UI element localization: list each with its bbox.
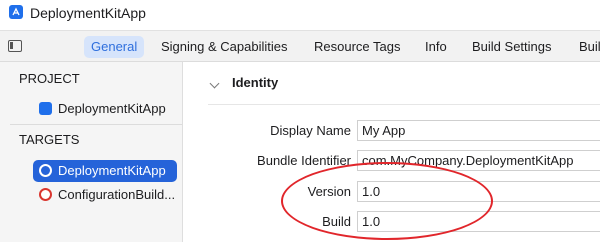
sidebar-item-project[interactable]: DeploymentKitApp	[33, 98, 178, 120]
build-field[interactable]: 1.0	[357, 211, 600, 232]
targets-section-heading: TARGETS	[19, 132, 80, 147]
sidebar-item-label: DeploymentKitApp	[58, 101, 166, 116]
sidebar-item-target-configurationbuild[interactable]: ConfigurationBuild...	[33, 184, 181, 206]
target-icon	[39, 164, 52, 177]
version-field[interactable]: 1.0	[357, 181, 600, 202]
project-navigator-sidebar: PROJECT DeploymentKitApp TARGETS Deploym…	[0, 62, 183, 242]
tab-build-settings[interactable]: Build Settings	[465, 36, 559, 58]
project-section-heading: PROJECT	[19, 71, 80, 86]
sidebar-item-label: DeploymentKitApp	[58, 163, 166, 178]
sidebar-item-label: ConfigurationBuild...	[58, 187, 176, 202]
build-label: Build	[322, 214, 351, 229]
sidebar-divider	[10, 124, 182, 125]
bundle-identifier-field[interactable]: com.MyCompany.DeploymentKitApp	[357, 150, 600, 171]
sidebar-toggle-icon[interactable]	[8, 40, 22, 52]
title-bar: DeploymentKitApp	[0, 0, 600, 30]
xcode-app-icon	[9, 5, 23, 19]
general-settings-pane: Identity Display Name My App Bundle Iden…	[184, 62, 600, 242]
project-file-icon	[39, 102, 52, 115]
target-icon	[39, 188, 52, 201]
editor-tab-bar: General Signing & Capabilities Resource …	[0, 30, 600, 62]
tab-info[interactable]: Info	[418, 36, 454, 58]
bundle-identifier-label: Bundle Identifier	[257, 153, 351, 168]
display-name-label: Display Name	[270, 123, 351, 138]
window-title: DeploymentKitApp	[30, 5, 146, 21]
tab-build-phases[interactable]: Buil	[572, 36, 600, 58]
tab-resource-tags[interactable]: Resource Tags	[307, 36, 407, 58]
chevron-down-icon[interactable]	[209, 78, 220, 89]
sidebar-item-target-deploymentkitapp[interactable]: DeploymentKitApp	[33, 160, 177, 182]
identity-section-title: Identity	[232, 75, 279, 90]
display-name-field[interactable]: My App	[357, 120, 600, 141]
tab-general[interactable]: General	[84, 36, 145, 58]
version-label: Version	[307, 184, 351, 199]
tab-signing-capabilities[interactable]: Signing & Capabilities	[154, 36, 294, 58]
section-divider	[208, 104, 600, 105]
